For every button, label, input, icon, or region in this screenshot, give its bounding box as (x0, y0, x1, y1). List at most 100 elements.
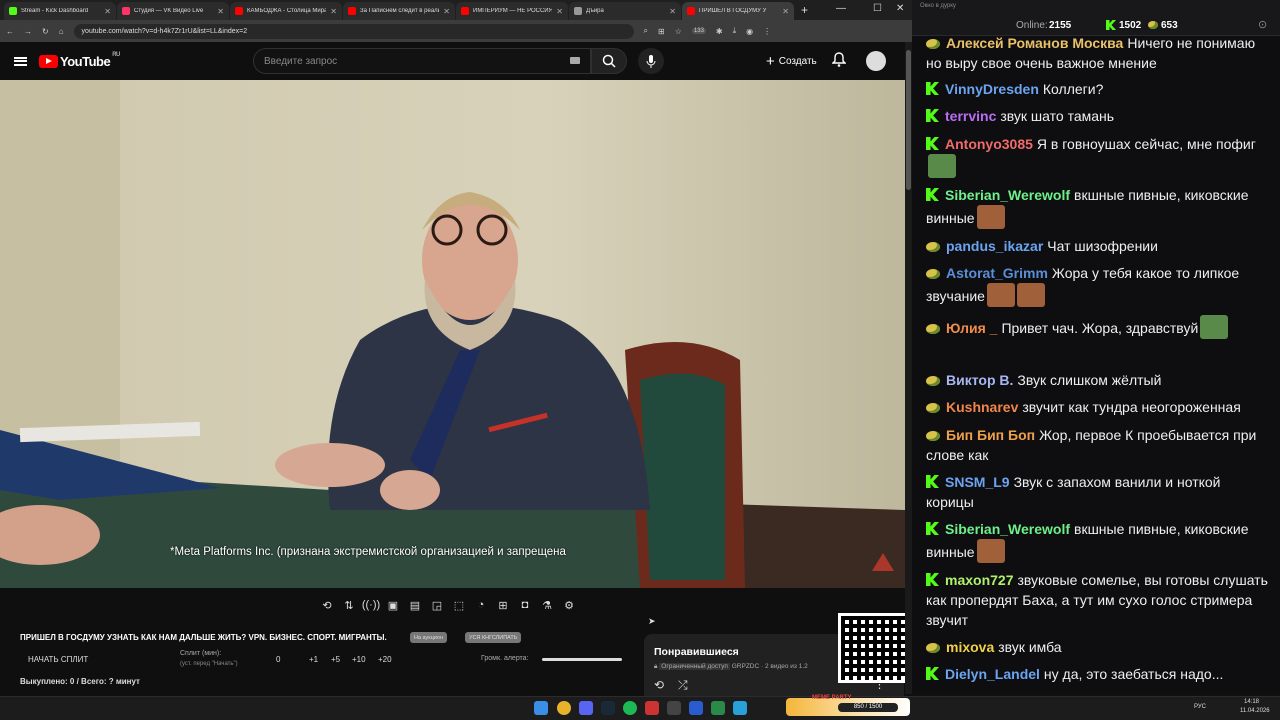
spotify-icon[interactable] (623, 701, 637, 715)
browser-tab[interactable]: За Паписнем следит в реальн ✕ (343, 2, 455, 20)
telegram-icon[interactable] (733, 701, 747, 715)
meme-party-widget[interactable]: MEME PARTY 850 / 1500 (786, 695, 910, 716)
maximize-icon[interactable]: ☐ (873, 3, 882, 14)
home-icon[interactable]: ⌂ (59, 27, 64, 36)
chat-username[interactable]: terrvinc (945, 108, 996, 124)
sort-icon[interactable]: ⇅ (340, 596, 358, 614)
menu-icon[interactable]: ⋮ (763, 27, 771, 36)
youtube-logo[interactable]: YouTube RU (39, 51, 120, 69)
close-window-icon[interactable]: ✕ (896, 3, 904, 14)
chat-username[interactable]: pandus_ikazar (946, 238, 1043, 254)
browser-tab[interactable]: Stream - Kick Dashboard ✕ (4, 2, 116, 20)
clock-time[interactable]: 14:18 (1244, 699, 1259, 705)
chat-username[interactable]: Siberian_Werewolf (945, 521, 1070, 537)
extensions-badge[interactable]: 133 (691, 28, 706, 34)
broadcast-icon[interactable]: ((·)) (362, 596, 380, 614)
discord-icon[interactable] (579, 701, 593, 715)
player-icon[interactable] (689, 701, 703, 715)
browser-tab[interactable]: Студия — VK Видео Live ✕ (117, 2, 229, 20)
chrome-icon[interactable] (557, 701, 571, 715)
auction-tag[interactable]: На аукцион (410, 632, 448, 643)
url-field[interactable]: youtube.com/watch?v=d-h4k7Zr1rU&list=LL&… (73, 23, 634, 39)
chat-username[interactable]: VinnyDresden (945, 81, 1039, 97)
chat-username[interactable]: Dielyn_Landel (945, 666, 1040, 682)
loop-icon[interactable]: ⟲ (318, 596, 336, 614)
start-split-button[interactable]: НАЧАТЬ СПЛИТ (28, 655, 88, 664)
voice-search-button[interactable] (638, 48, 664, 74)
close-icon[interactable]: ✕ (217, 7, 224, 16)
emote-icon (986, 283, 1015, 307)
search-button[interactable] (591, 48, 627, 74)
chat-username[interactable]: SNSM_L9 (945, 474, 1010, 490)
new-tab-button[interactable]: + (801, 3, 808, 17)
browser-tab[interactable]: ИМПЕРИУМ — НЕ РОССИЯ ✕ (456, 2, 568, 20)
profile-icon[interactable]: ◉ (746, 27, 753, 36)
chat-username[interactable]: Алексей Романов Москва (946, 36, 1123, 51)
chat-username[interactable]: Бип Бип Боп (946, 427, 1035, 443)
browser-tab[interactable]: КАМБОДЖА - Столица Мира ✕ (230, 2, 342, 20)
region-code: RU (112, 51, 120, 58)
page-scrollbar[interactable] (905, 42, 912, 694)
speed-icon[interactable]: ◔ (472, 596, 490, 614)
video-player[interactable] (0, 80, 905, 588)
notifications-bell-icon[interactable] (831, 52, 847, 70)
browser-tab[interactable]: Дъйра ✕ (569, 2, 681, 20)
clapper-icon[interactable]: ▤ (406, 596, 424, 614)
chat-username[interactable]: maxon727 (945, 572, 1013, 588)
puzzle-icon[interactable]: ✱ (716, 27, 723, 36)
close-icon[interactable]: ✕ (104, 7, 111, 16)
obs-icon[interactable] (645, 701, 659, 715)
close-icon[interactable]: ✕ (330, 7, 337, 16)
language-indicator[interactable]: РУС (1194, 704, 1206, 710)
browser-tab-active[interactable]: ПРИШЕЛ В ГОСДУМУ У ✕ (682, 2, 794, 20)
files-icon[interactable] (711, 701, 725, 715)
start-icon[interactable] (534, 701, 548, 715)
close-icon[interactable]: ✕ (443, 7, 450, 16)
star-icon[interactable]: ☆ (675, 27, 682, 36)
forward-icon[interactable]: → (24, 27, 32, 36)
playlist-title: Понравившиеся (654, 646, 739, 658)
create-button[interactable]: + Создать (758, 50, 825, 72)
add-to-playlist-icon[interactable]: ⊞ (494, 596, 512, 614)
steam-icon[interactable] (601, 701, 615, 715)
chat-username[interactable]: Юлия _ (946, 320, 997, 336)
chat-message: Antonyo3085 Я в говноушах сейчас, мне поф… (926, 134, 1268, 178)
reload-icon[interactable]: ↻ (42, 27, 49, 36)
app-icon[interactable] (667, 701, 681, 715)
avatar[interactable] (866, 51, 886, 71)
alert-volume-slider[interactable] (542, 658, 622, 661)
keyboard-icon[interactable] (570, 57, 580, 64)
search-input[interactable]: Введите запрос (253, 48, 591, 74)
close-icon[interactable]: ✕ (556, 7, 563, 16)
chat-username[interactable]: Siberian_Werewolf (945, 187, 1070, 203)
back-icon[interactable]: ← (6, 27, 14, 36)
close-icon[interactable]: ✕ (782, 7, 789, 16)
camera-icon[interactable]: ◘ (516, 596, 534, 614)
settings-icon[interactable]: ⊙ (1258, 18, 1267, 31)
close-icon[interactable]: ✕ (669, 7, 676, 16)
loop-playlist-icon[interactable]: ⟲ (654, 678, 664, 692)
add-20-button[interactable]: +20 (378, 655, 392, 664)
status-tag[interactable]: УСЯ КНГСЛИПАТЬ (465, 632, 522, 643)
add-5-button[interactable]: +5 (331, 655, 340, 664)
clock-date[interactable]: 11.04.2026 (1240, 708, 1270, 714)
chat-username[interactable]: Antonyo3085 (945, 136, 1033, 152)
flask-icon[interactable]: ⚗ (538, 596, 556, 614)
add-10-button[interactable]: +10 (352, 655, 366, 664)
split-value[interactable]: 0 (276, 655, 280, 664)
install-icon[interactable]: ⊞ (658, 27, 665, 36)
watch-later-icon[interactable]: ▣ (384, 596, 402, 614)
download-icon[interactable]: ⤓ (733, 26, 737, 36)
gear-icon[interactable]: ⚙ (560, 596, 578, 614)
pip-icon[interactable]: ◲ (428, 596, 446, 614)
add-1-button[interactable]: +1 (309, 655, 318, 664)
hamburger-menu-icon[interactable] (14, 56, 27, 66)
shuffle-icon[interactable]: ⤮ (678, 678, 688, 693)
chat-username[interactable]: Виктор В. (946, 372, 1013, 388)
minimize-icon[interactable]: — (836, 3, 846, 14)
zoom-icon[interactable]: ⌕ (644, 26, 648, 36)
chat-username[interactable]: Astorat_Grimm (946, 265, 1048, 281)
chat-username[interactable]: mixova (946, 639, 994, 655)
chat-username[interactable]: Kushnarev (946, 399, 1018, 415)
fullscreen-icon[interactable]: ⬚ (450, 596, 468, 614)
